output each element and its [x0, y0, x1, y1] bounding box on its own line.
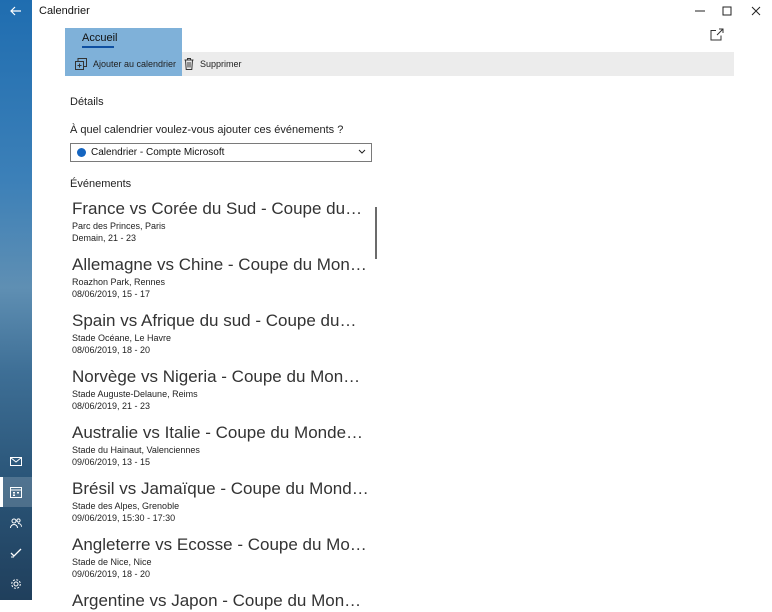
event-venue: Roazhon Park, Rennes — [72, 277, 166, 287]
active-indicator — [0, 477, 3, 507]
event-time: 09/06/2019, 13 - 15 — [72, 457, 151, 467]
event-title: Angleterre vs Ecosse - Coupe du Mo… — [72, 535, 367, 554]
list-item[interactable]: Angleterre vs Ecosse - Coupe du Mo… Stad… — [72, 534, 372, 590]
add-to-calendar-button[interactable]: Ajouter au calendrier — [75, 52, 176, 76]
event-time: Demain, 21 - 23 — [72, 233, 137, 243]
add-to-calendar-label: Ajouter au calendrier — [93, 59, 177, 69]
add-calendar-icon — [75, 58, 87, 70]
event-title: Australie vs Italie - Coupe du Monde… — [72, 423, 364, 442]
nav-people-button[interactable] — [0, 508, 32, 538]
calendar-select[interactable]: Calendrier - Compte Microsoft — [70, 143, 372, 162]
delete-label: Supprimer — [200, 59, 242, 69]
tab-accueil-label: Accueil — [82, 32, 118, 44]
nav-todo-button[interactable] — [0, 538, 32, 568]
list-item[interactable]: Allemagne vs Chine - Coupe du Mon… Roazh… — [72, 254, 372, 310]
nav-mail-button[interactable] — [0, 446, 32, 476]
event-title: Spain vs Afrique du sud - Coupe du… — [72, 311, 357, 330]
events-heading: Événements — [70, 178, 132, 190]
chevron-down-icon — [358, 149, 366, 154]
calendar-color-dot — [77, 148, 86, 157]
maximize-icon — [722, 6, 732, 16]
close-icon — [751, 6, 761, 16]
window-title: Calendrier — [39, 5, 90, 17]
calendar-icon — [10, 486, 22, 498]
tab-accueil[interactable]: Accueil — [65, 28, 182, 52]
event-title: Allemagne vs Chine - Coupe du Mon… — [72, 255, 367, 274]
list-item[interactable]: Spain vs Afrique du sud - Coupe du… Stad… — [72, 310, 372, 366]
nav-settings-button[interactable] — [0, 569, 32, 599]
scrollbar[interactable] — [375, 207, 377, 259]
list-item[interactable]: Norvège vs Nigeria - Coupe du Mon… Stade… — [72, 366, 372, 422]
close-button[interactable] — [740, 0, 772, 22]
event-venue: Stade des Alpes, Grenoble — [72, 501, 180, 511]
calendar-select-value: Calendrier - Compte Microsoft — [91, 147, 225, 158]
gear-icon — [11, 579, 21, 589]
calendar-question: À quel calendrier voulez-vous ajouter ce… — [70, 124, 344, 136]
trash-icon — [184, 58, 194, 70]
event-time: 09/06/2019, 18 - 20 — [72, 569, 151, 579]
event-venue: Stade du Hainaut, Valenciennes — [72, 445, 200, 455]
event-time: 08/06/2019, 21 - 23 — [72, 401, 151, 411]
event-title: France vs Corée du Sud - Coupe du… — [72, 199, 363, 218]
event-venue: Stade Océane, Le Havre — [72, 333, 172, 343]
minimize-icon — [695, 10, 705, 12]
people-icon — [10, 517, 22, 528]
maximize-button[interactable] — [711, 0, 743, 22]
event-time: 09/06/2019, 15:30 - 17:30 — [72, 513, 176, 523]
app-rail — [0, 0, 32, 600]
list-item[interactable]: France vs Corée du Sud - Coupe du… Parc … — [72, 198, 372, 254]
event-title: Brésil vs Jamaïque - Coupe du Mond… — [72, 479, 369, 498]
event-time: 08/06/2019, 18 - 20 — [72, 345, 151, 355]
nav-calendar-button[interactable] — [0, 477, 32, 507]
event-venue: Stade de Nice, Nice — [72, 557, 152, 567]
event-venue: Parc des Princes, Paris — [72, 221, 166, 231]
list-item[interactable]: Argentine vs Japon - Coupe du Mon… — [72, 590, 372, 610]
list-item[interactable]: Australie vs Italie - Coupe du Monde… St… — [72, 422, 372, 478]
details-heading: Détails — [70, 96, 104, 108]
events-list: France vs Corée du Sud - Coupe du… Parc … — [72, 198, 372, 610]
event-title: Norvège vs Nigeria - Coupe du Mon… — [72, 367, 361, 386]
delete-button[interactable]: Supprimer — [184, 52, 242, 76]
popout-icon — [710, 28, 724, 41]
event-time: 08/06/2019, 15 - 17 — [72, 289, 151, 299]
todo-icon — [10, 548, 22, 558]
back-button[interactable] — [0, 0, 32, 22]
event-venue: Stade Auguste-Delaune, Reims — [72, 389, 198, 399]
back-arrow-icon — [10, 6, 21, 16]
tab-underline — [82, 46, 114, 48]
popout-button[interactable] — [710, 28, 726, 44]
mail-icon — [10, 456, 22, 466]
list-item[interactable]: Brésil vs Jamaïque - Coupe du Mond… Stad… — [72, 478, 372, 534]
command-bar: Ajouter au calendrier Supprimer — [65, 52, 734, 76]
event-title: Argentine vs Japon - Coupe du Mon… — [72, 591, 362, 610]
title-bar: Calendrier — [32, 0, 772, 22]
